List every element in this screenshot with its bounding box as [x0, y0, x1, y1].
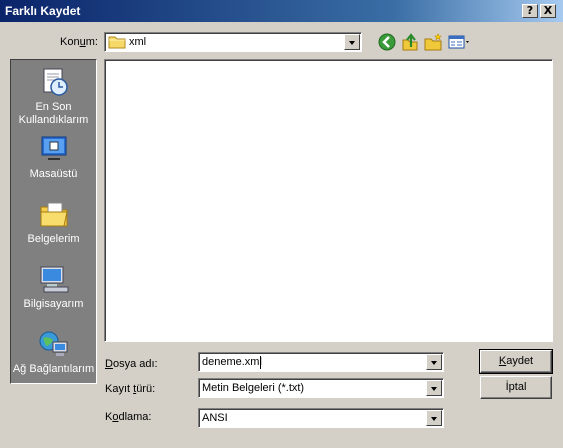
text-caret [260, 356, 261, 369]
encoding-dropdown[interactable]: ANSI [198, 408, 444, 428]
views-menu-icon[interactable] [447, 32, 473, 52]
location-value: xml [129, 36, 147, 48]
filename-label: Dosya adı: [105, 358, 158, 370]
filename-value: deneme.xml [202, 356, 262, 368]
window-title: Farklı Kaydet [5, 4, 81, 18]
recent-documents-icon [43, 68, 68, 96]
desktop-icon [41, 136, 66, 160]
my-computer-icon [40, 266, 68, 293]
save-button[interactable]: Kaydet [479, 349, 553, 374]
encoding-value: ANSI [202, 412, 228, 424]
place-recent[interactable]: En Son Kullandıklarım [11, 66, 96, 127]
back-arrow-icon[interactable] [377, 32, 397, 52]
title-bar[interactable]: Farklı Kaydet ? X [0, 0, 563, 22]
network-places-icon [39, 331, 67, 356]
places-bar: En Son Kullandıklarım Masaüstü Belgelerim… [10, 59, 97, 384]
filename-input[interactable]: deneme.xml [198, 352, 444, 372]
place-desktop[interactable]: Masaüstü [11, 133, 96, 181]
filetype-label: Kayıt türü: [105, 383, 156, 395]
location-label: Konum: [60, 36, 98, 48]
close-button[interactable]: X [540, 4, 556, 18]
place-my-documents[interactable]: Belgelerim [11, 198, 96, 246]
file-list[interactable] [104, 59, 553, 342]
encoding-dropdown-arrow[interactable] [426, 410, 442, 426]
place-network[interactable]: Ağ Bağlantılarım [11, 328, 96, 376]
cancel-button[interactable]: İptal [480, 376, 552, 399]
filetype-dropdown[interactable]: Metin Belgeleri (*.txt) [198, 378, 444, 398]
filename-dropdown-arrow[interactable] [426, 354, 442, 370]
encoding-label: Kodlama: [105, 411, 152, 423]
filetype-value: Metin Belgeleri (*.txt) [202, 382, 305, 394]
new-folder-icon[interactable] [423, 32, 443, 52]
location-dropdown-arrow[interactable] [344, 34, 360, 50]
folder-icon [108, 36, 126, 49]
help-button[interactable]: ? [522, 4, 538, 18]
location-dropdown[interactable]: xml [104, 32, 362, 52]
up-folder-icon[interactable] [400, 32, 420, 52]
place-my-computer[interactable]: Bilgisayarım [11, 263, 96, 311]
filetype-dropdown-arrow[interactable] [426, 380, 442, 396]
my-documents-icon [40, 202, 68, 227]
